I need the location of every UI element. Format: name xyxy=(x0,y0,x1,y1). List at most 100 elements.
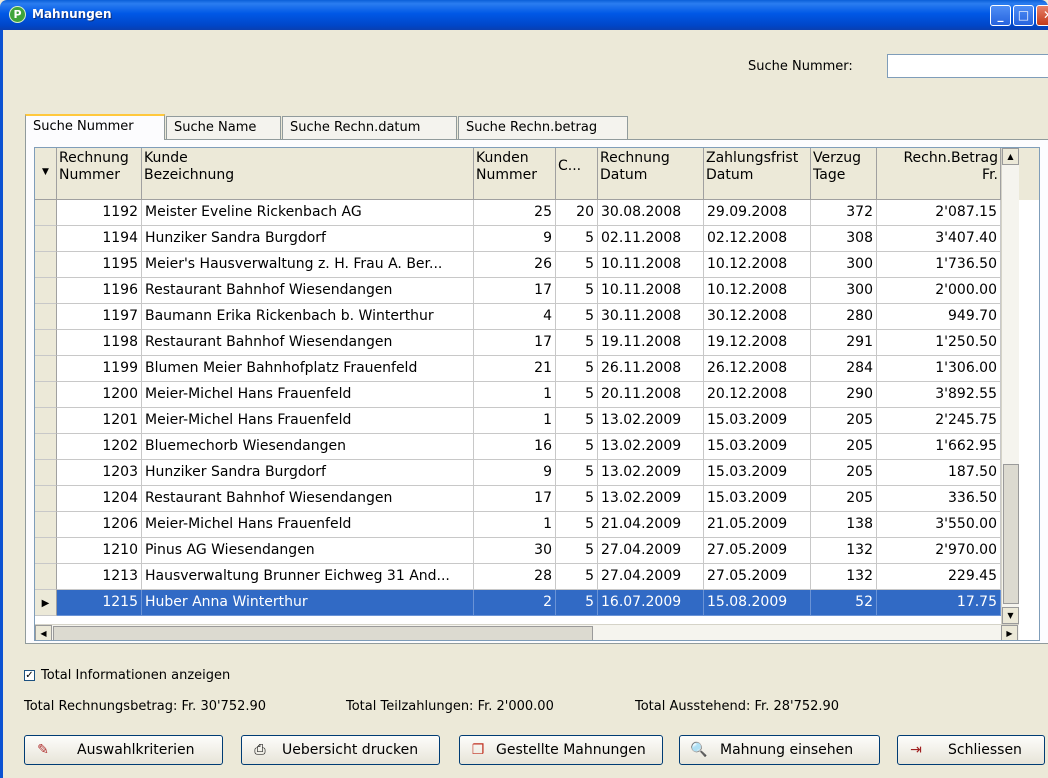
tab-suche-rechn-betrag[interactable]: Suche Rechn.betrag xyxy=(458,116,628,139)
cell-rechnung-datum[interactable]: 20.11.2008 xyxy=(598,382,704,408)
cell-c[interactable]: 5 xyxy=(556,382,598,408)
cell-rechn-betrag[interactable]: 229.45 xyxy=(877,564,1001,590)
cell-rechn-betrag[interactable]: 1'662.95 xyxy=(877,434,1001,460)
tab-suche-name[interactable]: Suche Name xyxy=(166,116,281,139)
cell-kunde[interactable]: Meier-Michel Hans Frauenfeld xyxy=(142,408,474,434)
cell-rechnung-datum[interactable]: 30.08.2008 xyxy=(598,200,704,226)
cell-zahlungsfrist-datum[interactable]: 19.12.2008 xyxy=(704,330,811,356)
uebersicht-drucken-button[interactable]: ⎙ Uebersicht drucken xyxy=(241,735,440,765)
cell-rechnung-datum[interactable]: 13.02.2009 xyxy=(598,408,704,434)
row-indicator[interactable] xyxy=(35,460,57,486)
cell-kunden-nummer[interactable]: 1 xyxy=(474,408,556,434)
table-row[interactable]: 1192 Meister Eveline Rickenbach AG 25 20 30.… xyxy=(35,200,1001,226)
cell-kunden-nummer[interactable]: 2 xyxy=(474,590,556,616)
cell-c[interactable]: 5 xyxy=(556,356,598,382)
cell-kunde[interactable]: Restaurant Bahnhof Wiesendangen xyxy=(142,278,474,304)
table-row[interactable]: 1213 Hausverwaltung Brunner Eichweg 31 An… xyxy=(35,564,1001,590)
cell-c[interactable]: 5 xyxy=(556,278,598,304)
cell-kunden-nummer[interactable]: 17 xyxy=(474,486,556,512)
cell-rechnung-datum[interactable]: 13.02.2009 xyxy=(598,460,704,486)
table-row[interactable]: 1199 Blumen Meier Bahnhofplatz Frauenfeld… xyxy=(35,356,1001,382)
cell-zahlungsfrist-datum[interactable]: 15.08.2009 xyxy=(704,590,811,616)
cell-rechn-betrag[interactable]: 2'245.75 xyxy=(877,408,1001,434)
cell-verzug-tage[interactable]: 132 xyxy=(811,564,877,590)
cell-zahlungsfrist-datum[interactable]: 20.12.2008 xyxy=(704,382,811,408)
cell-rechnung-datum[interactable]: 13.02.2009 xyxy=(598,434,704,460)
cell-kunden-nummer[interactable]: 16 xyxy=(474,434,556,460)
table-row[interactable]: 1210 Pinus AG Wiesendangen 30 5 27.04.2009 27… xyxy=(35,538,1001,564)
cell-c[interactable]: 5 xyxy=(556,512,598,538)
cell-c[interactable]: 5 xyxy=(556,590,598,616)
row-indicator[interactable] xyxy=(35,408,57,434)
cell-rechnung-nummer[interactable]: 1198 xyxy=(57,330,142,356)
cell-kunden-nummer[interactable]: 4 xyxy=(474,304,556,330)
row-indicator[interactable] xyxy=(35,564,57,590)
total-info-checkbox[interactable]: ✓ xyxy=(24,670,35,681)
cell-rechnung-datum[interactable]: 19.11.2008 xyxy=(598,330,704,356)
cell-verzug-tage[interactable]: 205 xyxy=(811,460,877,486)
cell-rechnung-datum[interactable]: 27.04.2009 xyxy=(598,538,704,564)
schliessen-button[interactable]: ⇥ Schliessen xyxy=(897,735,1045,765)
cell-rechn-betrag[interactable]: 1'250.50 xyxy=(877,330,1001,356)
cell-rechn-betrag[interactable]: 1'306.00 xyxy=(877,356,1001,382)
cell-verzug-tage[interactable]: 300 xyxy=(811,252,877,278)
cell-rechnung-nummer[interactable]: 1201 xyxy=(57,408,142,434)
cell-verzug-tage[interactable]: 372 xyxy=(811,200,877,226)
horizontal-scroll-thumb[interactable] xyxy=(53,626,593,640)
mahnung-einsehen-button[interactable]: 🔍 Mahnung einsehen xyxy=(679,735,880,765)
scroll-up-icon[interactable]: ▲ xyxy=(1002,148,1019,165)
cell-zahlungsfrist-datum[interactable]: 15.03.2009 xyxy=(704,486,811,512)
row-indicator[interactable] xyxy=(35,486,57,512)
row-indicator[interactable] xyxy=(35,200,57,226)
table-row[interactable]: 1200 Meier-Michel Hans Frauenfeld 1 5 20.11.… xyxy=(35,382,1001,408)
row-indicator[interactable] xyxy=(35,512,57,538)
cell-rechn-betrag[interactable]: 17.75 xyxy=(877,590,1001,616)
cell-verzug-tage[interactable]: 284 xyxy=(811,356,877,382)
cell-rechn-betrag[interactable]: 1'736.50 xyxy=(877,252,1001,278)
header-c[interactable]: C... xyxy=(556,148,598,200)
cell-rechnung-nummer[interactable]: 1199 xyxy=(57,356,142,382)
row-indicator[interactable] xyxy=(35,226,57,252)
cell-rechn-betrag[interactable]: 2'000.00 xyxy=(877,278,1001,304)
cell-zahlungsfrist-datum[interactable]: 15.03.2009 xyxy=(704,434,811,460)
minimize-button[interactable]: _ xyxy=(990,5,1011,26)
cell-kunden-nummer[interactable]: 26 xyxy=(474,252,556,278)
cell-zahlungsfrist-datum[interactable]: 27.05.2009 xyxy=(704,538,811,564)
gestellte-mahnungen-button[interactable]: ❐ Gestellte Mahnungen xyxy=(459,735,663,765)
row-indicator[interactable] xyxy=(35,330,57,356)
cell-zahlungsfrist-datum[interactable]: 26.12.2008 xyxy=(704,356,811,382)
row-indicator[interactable] xyxy=(35,278,57,304)
cell-rechnung-nummer[interactable]: 1202 xyxy=(57,434,142,460)
cell-kunde[interactable]: Meier-Michel Hans Frauenfeld xyxy=(142,512,474,538)
cell-rechnung-datum[interactable]: 10.11.2008 xyxy=(598,252,704,278)
scroll-right-icon[interactable]: ▶ xyxy=(1001,625,1018,640)
table-row[interactable]: 1194 Hunziker Sandra Burgdorf 9 5 02.11.2008… xyxy=(35,226,1001,252)
cell-rechnung-datum[interactable]: 13.02.2009 xyxy=(598,486,704,512)
row-pointer-icon[interactable]: ▶ xyxy=(35,590,57,616)
cell-rechn-betrag[interactable]: 3'550.00 xyxy=(877,512,1001,538)
cell-zahlungsfrist-datum[interactable]: 30.12.2008 xyxy=(704,304,811,330)
cell-verzug-tage[interactable]: 132 xyxy=(811,538,877,564)
cell-zahlungsfrist-datum[interactable]: 27.05.2009 xyxy=(704,564,811,590)
cell-rechnung-nummer[interactable]: 1194 xyxy=(57,226,142,252)
cell-verzug-tage[interactable]: 205 xyxy=(811,434,877,460)
header-kunde-bezeichnung[interactable]: Kunde Bezeichnung xyxy=(142,148,474,200)
cell-kunde[interactable]: Pinus AG Wiesendangen xyxy=(142,538,474,564)
cell-rechnung-nummer[interactable]: 1213 xyxy=(57,564,142,590)
invoice-grid[interactable]: ▼ Rechnung Nummer Kunde Bezeichnung Kunden… xyxy=(34,147,1040,641)
cell-rechn-betrag[interactable]: 3'407.40 xyxy=(877,226,1001,252)
cell-kunde[interactable]: Bluemechorb Wiesendangen xyxy=(142,434,474,460)
cell-kunde[interactable]: Baumann Erika Rickenbach b. Winterthur xyxy=(142,304,474,330)
cell-kunde[interactable]: Hunziker Sandra Burgdorf xyxy=(142,460,474,486)
cell-zahlungsfrist-datum[interactable]: 21.05.2009 xyxy=(704,512,811,538)
cell-c[interactable]: 5 xyxy=(556,486,598,512)
cell-rechnung-nummer[interactable]: 1195 xyxy=(57,252,142,278)
cell-rechn-betrag[interactable]: 3'892.55 xyxy=(877,382,1001,408)
maximize-button[interactable]: □ xyxy=(1013,5,1034,26)
table-row[interactable]: 1197 Baumann Erika Rickenbach b. Winterth… xyxy=(35,304,1001,330)
cell-rechn-betrag[interactable]: 187.50 xyxy=(877,460,1001,486)
search-input[interactable] xyxy=(887,54,1048,78)
cell-verzug-tage[interactable]: 280 xyxy=(811,304,877,330)
row-indicator[interactable] xyxy=(35,538,57,564)
cell-zahlungsfrist-datum[interactable]: 02.12.2008 xyxy=(704,226,811,252)
